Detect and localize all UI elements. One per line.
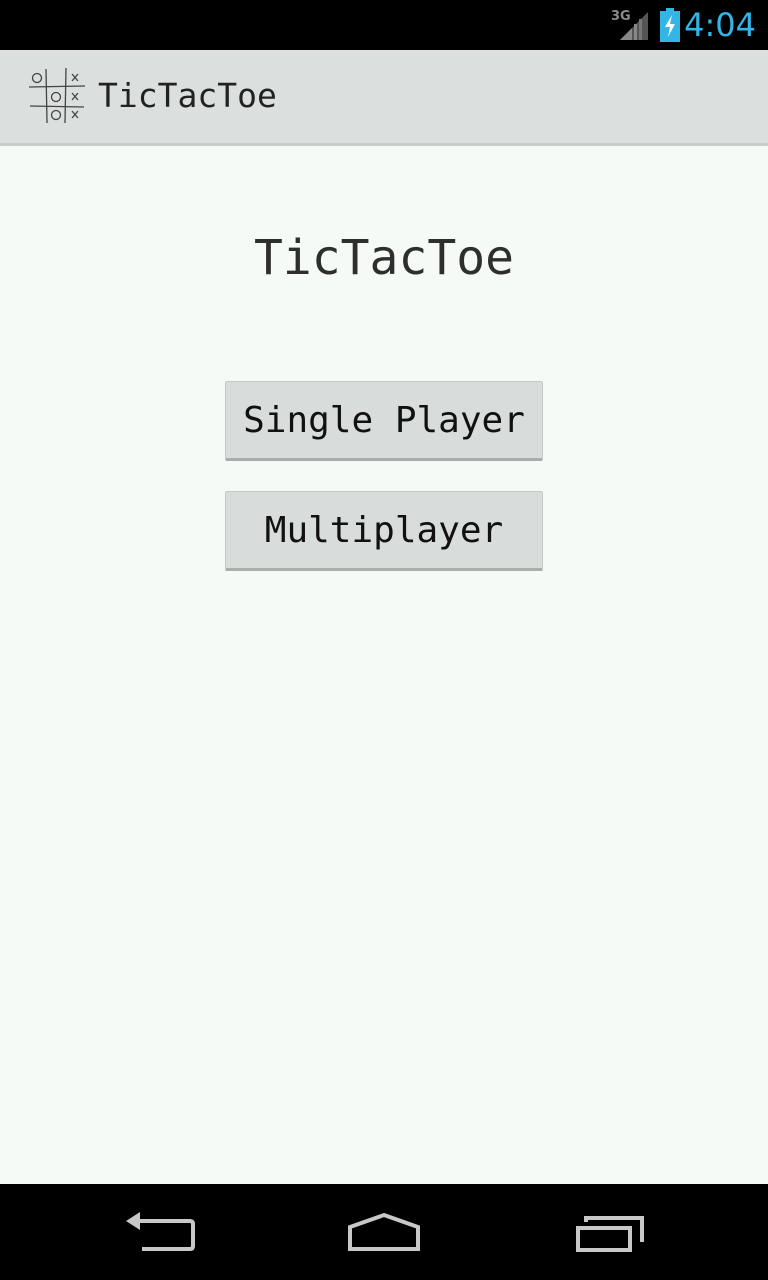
recent-apps-button[interactable] xyxy=(530,1184,690,1280)
back-button[interactable] xyxy=(80,1184,240,1280)
page-title: TicTacToe xyxy=(253,230,515,286)
back-arrow-icon xyxy=(126,1212,195,1251)
signal-icon xyxy=(620,12,648,40)
status-bar: 3G 4:04 xyxy=(0,0,768,50)
tictactoe-board-icon[interactable] xyxy=(28,67,86,125)
battery-charging-icon xyxy=(660,8,680,42)
action-bar-title: TicTacToe xyxy=(98,76,277,115)
status-time: 4:04 xyxy=(684,6,756,44)
navigation-bar xyxy=(0,1184,768,1280)
recent-apps-icon xyxy=(576,1216,644,1252)
single-player-button[interactable]: Single Player xyxy=(225,381,543,461)
action-bar: TicTacToe xyxy=(0,50,768,146)
home-icon xyxy=(348,1212,420,1251)
home-button[interactable] xyxy=(304,1184,464,1280)
multiplayer-button[interactable]: Multiplayer xyxy=(225,491,543,571)
